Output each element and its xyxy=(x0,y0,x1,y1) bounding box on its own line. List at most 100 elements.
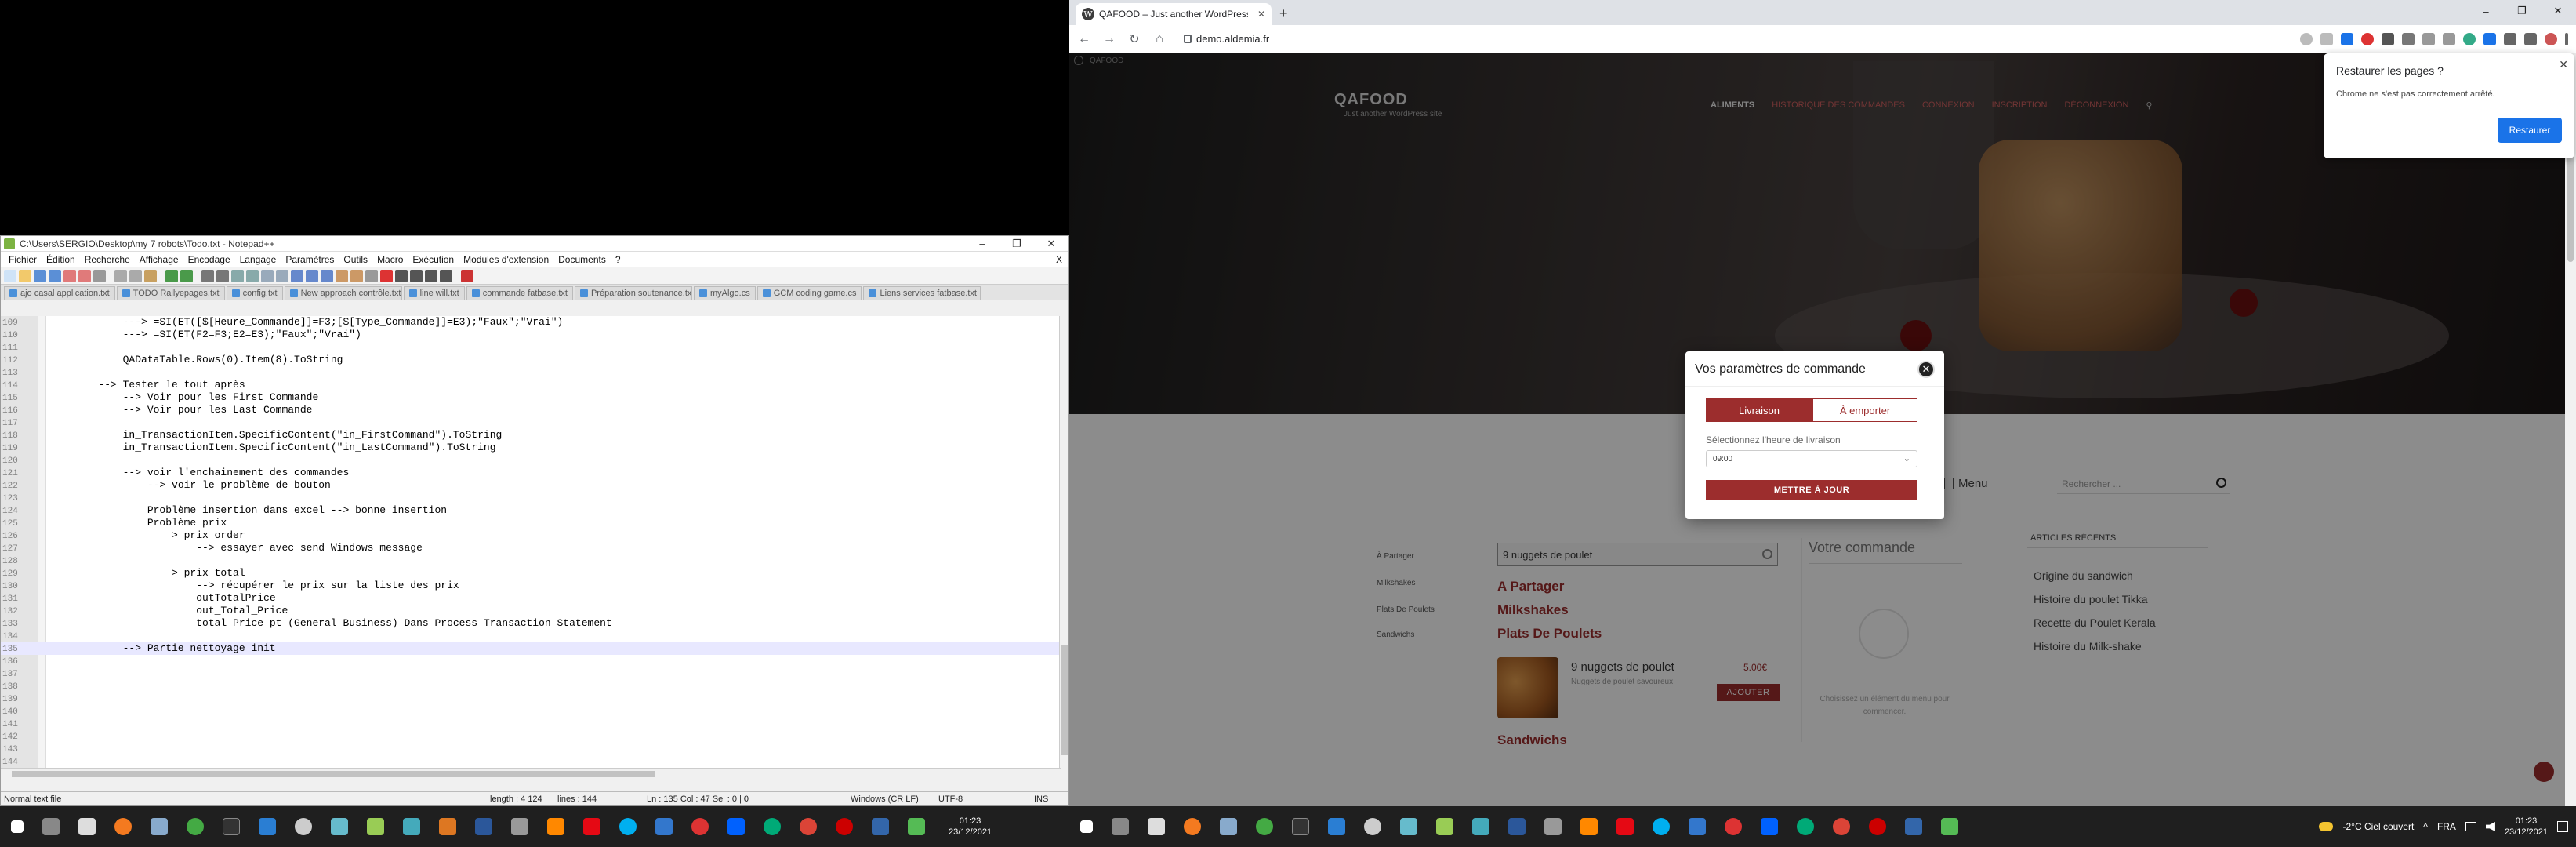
url-field[interactable]: demo.aldemia.fr xyxy=(1184,33,1269,45)
task-view-icon[interactable] xyxy=(42,818,60,835)
dropbox-icon[interactable] xyxy=(1761,818,1778,835)
tab-file-10[interactable]: Liens services fatbase.txt xyxy=(863,286,981,300)
firefox-icon[interactable] xyxy=(114,818,132,835)
app-icon[interactable] xyxy=(1905,818,1922,835)
share-icon[interactable] xyxy=(2320,32,2333,45)
editor-line[interactable]: 117 xyxy=(1,416,1061,429)
chevron-up-icon[interactable]: ^ xyxy=(2423,821,2428,832)
menu-parametres[interactable]: Paramètres xyxy=(281,254,339,265)
maximize-icon[interactable]: ❐ xyxy=(1000,238,1034,250)
close-icon[interactable]: ✕ xyxy=(2559,58,2568,71)
editor-line[interactable]: 114 --> Tester le tout après xyxy=(1,379,1061,391)
extension-red-icon[interactable] xyxy=(2361,32,2374,45)
editor-line[interactable]: 140 xyxy=(1,705,1061,718)
menu-help[interactable]: ? xyxy=(611,254,626,265)
editor-line[interactable]: 132 out_Total_Price xyxy=(1,605,1061,617)
editor-line[interactable]: 115 --> Voir pour les First Commande xyxy=(1,391,1061,404)
close-document-icon[interactable]: X xyxy=(1051,254,1068,265)
editor-line[interactable]: 142 xyxy=(1,730,1061,743)
takeaway-option-button[interactable]: À emporter xyxy=(1812,398,1917,422)
edge-icon[interactable] xyxy=(764,818,781,835)
chrome-icon[interactable] xyxy=(800,818,817,835)
indent-guide-icon[interactable] xyxy=(321,269,333,282)
browser-tab[interactable]: W QAFOOD – Just another WordPress site ✕ xyxy=(1076,3,1272,25)
editor-line[interactable]: 143 xyxy=(1,743,1061,755)
app-icon[interactable] xyxy=(403,818,420,835)
tool-icon[interactable] xyxy=(331,818,348,835)
print-icon[interactable] xyxy=(93,269,106,282)
xbox-icon[interactable] xyxy=(1256,818,1273,835)
redo-icon[interactable] xyxy=(180,269,193,282)
dropbox-icon[interactable] xyxy=(727,818,745,835)
menu-fichier[interactable]: Fichier xyxy=(4,254,42,265)
notification-icon[interactable] xyxy=(2557,821,2568,832)
home-icon[interactable]: ⌂ xyxy=(1152,32,1166,46)
chrome-icon[interactable] xyxy=(1833,818,1850,835)
vlc-icon[interactable] xyxy=(1580,818,1598,835)
terminal-icon[interactable] xyxy=(223,818,240,835)
editor-line[interactable]: 128 xyxy=(1,554,1061,567)
new-file-icon[interactable] xyxy=(4,269,16,282)
git-icon[interactable] xyxy=(439,818,456,835)
store-icon[interactable] xyxy=(78,818,96,835)
terminal-icon[interactable] xyxy=(1292,818,1309,835)
cloud-icon[interactable] xyxy=(1364,818,1381,835)
monitor-icon[interactable] xyxy=(365,269,378,282)
editor-line[interactable]: 136 xyxy=(1,655,1061,667)
clock[interactable]: 01:23 23/12/2021 xyxy=(949,816,992,838)
app-icon[interactable] xyxy=(908,818,925,835)
menu-execution[interactable]: Exécution xyxy=(408,254,459,265)
stop-macro-icon[interactable] xyxy=(395,269,408,282)
clock[interactable]: 01:23 23/12/2021 xyxy=(2505,816,2548,838)
extension-filter-icon[interactable] xyxy=(2443,32,2455,45)
netflix-icon[interactable] xyxy=(583,818,600,835)
copy-icon[interactable] xyxy=(129,269,142,282)
editor-line[interactable]: 109 ---> =SI(ET([$[Heure_Commande]]=F3;[… xyxy=(1,316,1061,329)
minimize-icon[interactable]: – xyxy=(965,238,1000,250)
extension-image-icon[interactable] xyxy=(2382,32,2394,45)
profile-avatar[interactable] xyxy=(2545,32,2557,45)
zoom-in-icon[interactable] xyxy=(231,269,244,282)
spell-icon[interactable] xyxy=(461,269,473,282)
word-icon[interactable] xyxy=(1508,818,1526,835)
tab-file-9[interactable]: GCM coding game.cs xyxy=(756,286,862,300)
delivery-option-button[interactable]: Livraison xyxy=(1706,398,1812,422)
horizontal-scrollbar[interactable] xyxy=(1,768,1061,779)
editor-line[interactable]: 118 in_TransactionItem.SpecificContent("… xyxy=(1,429,1061,442)
editor-line[interactable]: 135 --> Partie nettoyage init xyxy=(1,642,1061,655)
sync-h-icon[interactable] xyxy=(276,269,288,282)
zoom-icon[interactable] xyxy=(2300,32,2313,45)
tab-file-8[interactable]: myAlgo.cs xyxy=(693,286,756,300)
close-icon[interactable]: ✕ xyxy=(1917,361,1935,378)
editor-line[interactable]: 125 Problème prix xyxy=(1,517,1061,529)
open-file-icon[interactable] xyxy=(19,269,31,282)
editor-line[interactable]: 144 xyxy=(1,755,1061,768)
forward-icon[interactable]: → xyxy=(1102,32,1116,46)
skype-icon[interactable] xyxy=(1653,818,1670,835)
menu-outils[interactable]: Outils xyxy=(339,254,372,265)
extension-play-icon[interactable] xyxy=(2483,32,2496,45)
close-file-icon[interactable] xyxy=(63,269,76,282)
editor-line[interactable]: 123 xyxy=(1,492,1061,504)
sync-v-icon[interactable] xyxy=(261,269,274,282)
network-icon[interactable] xyxy=(2465,822,2476,831)
app-icon[interactable] xyxy=(872,818,889,835)
editor-line[interactable]: 111 xyxy=(1,341,1061,354)
update-button[interactable]: METTRE À JOUR xyxy=(1706,480,1917,500)
close-tab-icon[interactable]: ✕ xyxy=(1257,9,1265,20)
xbox-icon[interactable] xyxy=(187,818,204,835)
find-icon[interactable] xyxy=(201,269,214,282)
run-macro-icon[interactable] xyxy=(425,269,437,282)
record-icon[interactable] xyxy=(1725,818,1742,835)
volume-icon[interactable] xyxy=(2485,822,2495,831)
close-icon[interactable]: ✕ xyxy=(2540,0,2576,22)
app-icon[interactable] xyxy=(1220,818,1237,835)
undo-icon[interactable] xyxy=(165,269,178,282)
task-view-icon[interactable] xyxy=(1112,818,1129,835)
tab-file-1[interactable]: ajo casal application.txt xyxy=(4,286,115,300)
all-chars-icon[interactable] xyxy=(306,269,318,282)
editor-line[interactable]: 129 > prix total xyxy=(1,567,1061,580)
tab-file-4[interactable]: New approach contrôle.txt xyxy=(284,286,402,300)
editor-line[interactable]: 127 --> essayer avec send Windows messag… xyxy=(1,542,1061,554)
editor-line[interactable]: 121 --> voir l'enchainement des commande… xyxy=(1,467,1061,479)
